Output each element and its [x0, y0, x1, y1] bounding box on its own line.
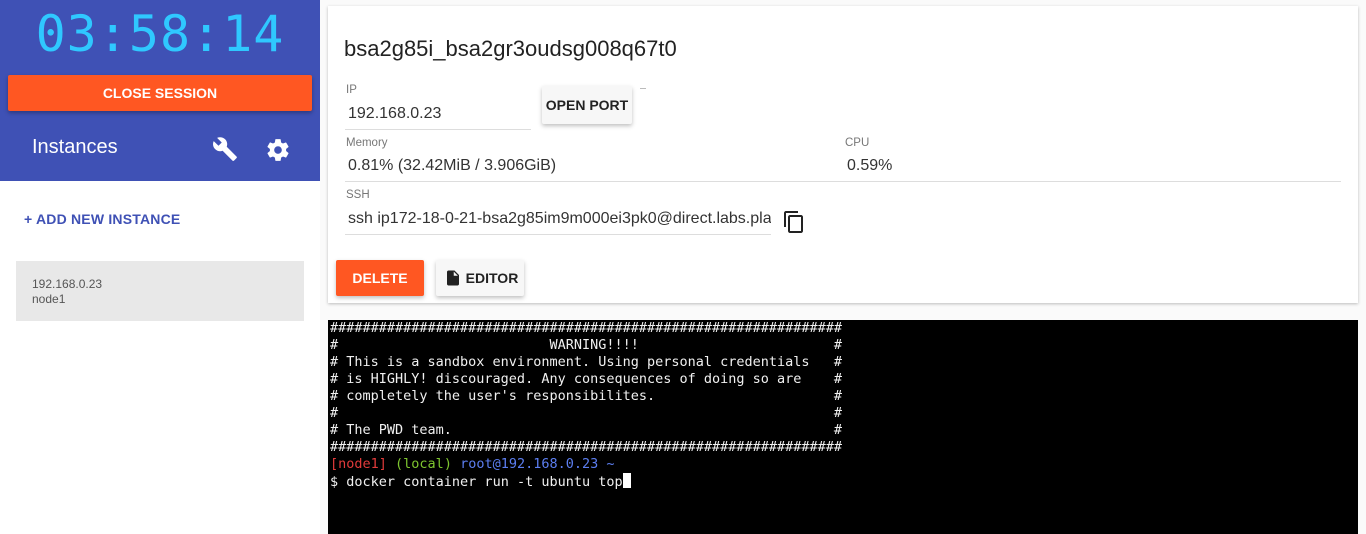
open-port-button[interactable]: OPEN PORT	[542, 86, 632, 124]
ssh-label: SSH	[346, 189, 370, 201]
delete-button[interactable]: DELETE	[336, 260, 424, 296]
terminal-line: # This is a sandbox environment. Using p…	[330, 354, 843, 370]
terminal-prompt: [node1] (local) root@192.168.0.23 ~	[330, 456, 1356, 473]
instance-title: bsa2g85i_bsa2gr3oudsg008q67t0	[344, 36, 677, 61]
terminal-command-line: $ docker container run -t ubuntu top	[330, 473, 1356, 490]
instance-ip: 192.168.0.23	[32, 277, 103, 291]
add-new-instance-button[interactable]: + ADD NEW INSTANCE	[24, 211, 180, 227]
prompt-node: [node1]	[330, 456, 387, 472]
session-timer: 03:58:14	[35, 5, 285, 63]
cpu-label: CPU	[845, 137, 870, 149]
terminal-line: # is HIGHLY! discouraged. Any consequenc…	[330, 371, 843, 387]
close-session-button[interactable]: CLOSE SESSION	[8, 75, 312, 111]
sidebar: 03:58:14 CLOSE SESSION Instances + ADD N…	[0, 0, 320, 534]
sidebar-header: 03:58:14 CLOSE SESSION Instances	[0, 0, 320, 181]
wrench-icon[interactable]	[212, 136, 238, 162]
terminal-line: ########################################…	[330, 439, 843, 455]
cpu-field: 0.59%	[844, 153, 1341, 182]
instances-title: Instances	[32, 136, 118, 158]
ip-field[interactable]: 192.168.0.23	[345, 101, 531, 130]
memory-field: 0.81% (32.42MiB / 3.906GiB)	[345, 153, 845, 182]
file-icon	[447, 270, 459, 286]
terminal-line: ########################################…	[330, 320, 843, 336]
gear-icon[interactable]	[265, 137, 291, 163]
ssh-field[interactable]: ssh ip172-18-0-21-bsa2g85im9m000ei3pk0@d…	[345, 206, 771, 235]
instance-list-item[interactable]: 192.168.0.23 node1	[16, 261, 304, 321]
terminal[interactable]: ########################################…	[328, 320, 1358, 534]
terminal-line: # completely the user's responsibilites.…	[330, 388, 843, 404]
terminal-line: # #	[330, 405, 843, 421]
ip-label: IP	[346, 84, 357, 96]
command-prefix: $	[330, 474, 347, 490]
prompt-user: root@192.168.0.23 ~	[460, 456, 615, 472]
terminal-line: # The PWD team. #	[330, 422, 843, 438]
editor-button[interactable]: EDITOR	[436, 260, 524, 296]
editor-button-label: EDITOR	[465, 270, 519, 286]
instance-name: node1	[32, 292, 66, 306]
terminal-cursor	[622, 473, 631, 488]
terminal-line: # WARNING!!!! #	[330, 337, 843, 353]
prompt-local: (local)	[395, 456, 452, 472]
copy-icon[interactable]	[782, 209, 806, 235]
divider	[640, 88, 646, 89]
instance-details-card: bsa2g85i_bsa2gr3oudsg008q67t0 IP 192.168…	[328, 6, 1358, 303]
memory-label: Memory	[346, 137, 388, 149]
command-text: docker container run -t ubuntu top	[346, 474, 623, 490]
